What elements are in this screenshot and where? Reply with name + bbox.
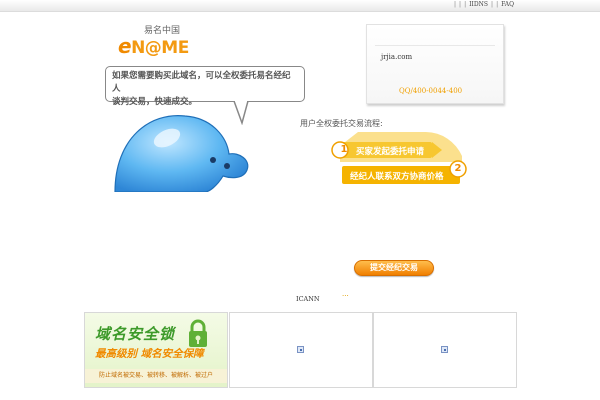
domain-lock-banner[interactable]: 域名安全锁 最高级别 域名安全保障 防止域名被交易、被转移、被解析、被过户 <box>84 312 228 388</box>
logo-e: e <box>118 34 132 58</box>
flow-step-1-label: 买家发起委托申请 <box>356 147 425 157</box>
domain-name: jrjia.com <box>381 53 413 61</box>
top-nav-link-iidns[interactable]: IIDNS <box>469 1 488 8</box>
banner-panel-2[interactable] <box>229 312 373 388</box>
domain-info-box: jrjia.com QQ/400-0044-400 <box>366 24 504 104</box>
top-nav-separator: | <box>454 1 457 8</box>
domain-lock-title: 域名安全锁 <box>95 325 176 343</box>
speech-bubble: 如果您需要购买此域名，可以全权委托易名经纪人 谈判交易，快速成交。 <box>105 66 305 107</box>
ename-logo[interactable]: 易名中国 eN@ME <box>118 26 190 58</box>
info-divider <box>375 45 495 46</box>
flow-step-2-number: 2 <box>454 163 462 174</box>
flow-step-1-number: 1 <box>340 144 348 155</box>
top-nav-link-faq[interactable]: FAQ <box>501 1 514 8</box>
top-bar: | | | IIDNS | | FAQ <box>0 0 600 12</box>
footer-dots: ··· <box>342 292 349 300</box>
logo-name: N@ME <box>131 38 189 58</box>
bubble-line-1: 如果您需要购买此域名，可以全权委托易名经纪人 <box>112 71 291 94</box>
padlock-icon <box>189 319 207 347</box>
top-nav: | | | IIDNS | | FAQ <box>454 1 514 8</box>
logo-wordmark: eN@ME <box>118 34 189 58</box>
domain-lock-note: 防止域名被交易、被转移、被解析、被过户 <box>85 369 227 383</box>
broken-image-icon <box>441 346 448 353</box>
contact-qq[interactable]: QQ/400-0044-400 <box>399 87 462 95</box>
top-nav-separator: | <box>496 1 499 8</box>
top-nav-separator: | <box>464 1 467 8</box>
flow-step-2-label: 经纪人联系双方协商价格 <box>350 172 444 182</box>
icann-label: ICANN <box>296 295 320 303</box>
blue-blob-mascot <box>114 115 249 192</box>
submit-broker-trade-button[interactable]: 提交经纪交易 <box>354 260 434 276</box>
banner-panel-3[interactable] <box>373 312 517 388</box>
top-nav-separator: | <box>459 1 462 8</box>
broken-image-icon <box>297 346 304 353</box>
top-nav-separator: | <box>491 1 494 8</box>
